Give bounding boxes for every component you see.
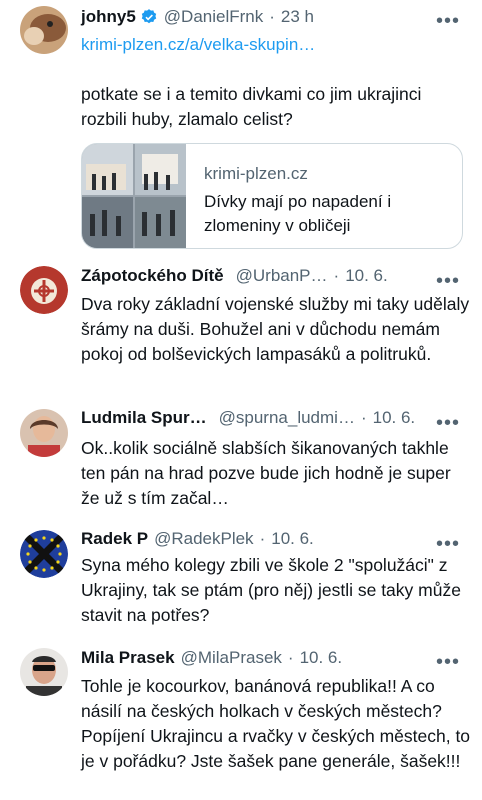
author-name[interactable]: Zápotockého Dítě (81, 266, 224, 286)
more-options-icon[interactable]: ••• (436, 652, 460, 672)
tweet[interactable]: Radek P @RadekPlek · 10. 6. ••• Syna méh… (0, 527, 482, 637)
tweet-text: Dva roky základní vojenské služby mi tak… (81, 294, 470, 364)
tweet[interactable]: Zápotockého Dítě @UrbanP… · 10. 6. ••• D… (0, 262, 482, 402)
tweet[interactable]: Ludmila Spur… @spurna_ludmi… · 10. 6. ••… (0, 406, 482, 516)
tweet-link[interactable]: krimi-plzen.cz/a/velka-skupin… (81, 35, 315, 55)
avatar[interactable] (20, 530, 68, 578)
more-options-icon[interactable]: ••• (436, 413, 460, 433)
timestamp[interactable]: 23 h (281, 7, 314, 27)
author-name[interactable]: Radek P (81, 529, 148, 549)
separator-dot: · (269, 7, 275, 26)
avatar[interactable] (20, 6, 68, 54)
tweet[interactable]: johny5 @DanielFrnk · 23 h ••• krimi-plze… (0, 0, 482, 270)
timestamp[interactable]: 10. 6. (345, 266, 388, 286)
author-handle[interactable]: @MilaPrasek (181, 648, 282, 668)
more-options-icon[interactable]: ••• (436, 11, 460, 31)
tweet[interactable]: Mila Prasek @MilaPrasek · 10. 6. ••• Toh… (0, 646, 482, 800)
author-handle[interactable]: @RadekPlek (154, 529, 253, 549)
timestamp[interactable]: 10. 6. (300, 648, 343, 668)
more-options-icon[interactable]: ••• (436, 271, 460, 291)
card-domain: krimi-plzen.cz (204, 164, 308, 183)
tweet-text: Syna mého kolegy zbili ve škole 2 "spolu… (81, 555, 461, 625)
separator-dot: · (360, 408, 367, 427)
avatar[interactable] (20, 409, 68, 457)
author-handle[interactable]: @spurna_ludmi… (219, 408, 355, 428)
avatar[interactable] (20, 648, 68, 696)
tweet-text: Tohle je kocourkov, banánová republika!!… (81, 676, 471, 771)
author-handle[interactable]: @DanielFrnk (164, 7, 263, 27)
timestamp[interactable]: 10. 6. (373, 408, 416, 428)
author-name[interactable]: Ludmila Spur… (81, 408, 207, 428)
author-name[interactable]: johny5 (81, 7, 136, 27)
timestamp[interactable]: 10. 6. (271, 529, 314, 549)
verified-badge-icon (141, 9, 156, 24)
tweet-text: potkate se i a temito divkami co jim ukr… (81, 84, 422, 129)
tweet-text: Ok..kolik sociálně slabších šikanovaných… (81, 438, 451, 508)
author-handle[interactable]: @UrbanP… (236, 266, 328, 286)
card-thumbnail-image (82, 144, 186, 248)
author-name[interactable]: Mila Prasek (81, 648, 175, 668)
more-options-icon[interactable]: ••• (436, 534, 460, 554)
card-title: Dívky mají po napadení i zlomeniny v obl… (204, 192, 392, 235)
avatar[interactable] (20, 266, 68, 314)
separator-dot: · (259, 529, 266, 548)
link-preview-card[interactable]: krimi-plzen.cz Dívky mají po napadení i … (81, 143, 463, 249)
separator-dot: · (287, 648, 294, 667)
separator-dot: · (333, 266, 340, 285)
